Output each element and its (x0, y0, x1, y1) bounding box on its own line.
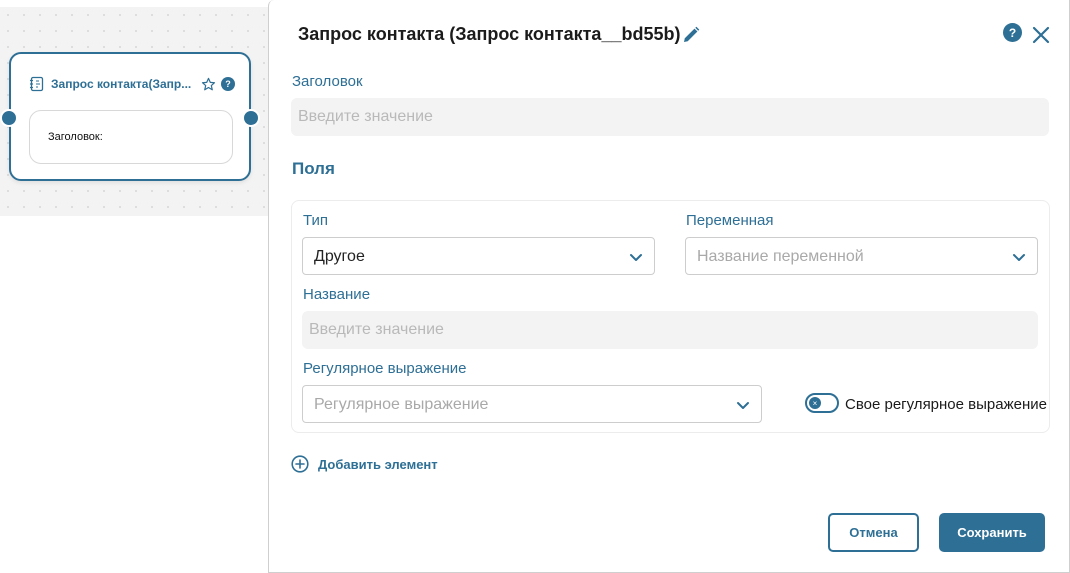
type-label: Тип (303, 212, 329, 229)
node-title: Запрос контакта(Запр... (51, 77, 192, 91)
node-body-text: Заголовок: (48, 131, 103, 143)
fields-section-title: Поля (292, 159, 335, 178)
name-input[interactable]: Введите значение (302, 311, 1038, 349)
custom-regex-label: Свое регулярное выражение (845, 396, 1047, 413)
field-item-card: Тип Другое Переменная Название переменно… (291, 200, 1050, 433)
type-select[interactable]: Другое (302, 237, 655, 275)
flow-node-contact-request[interactable]: Запрос контакта(Запр... ? Заголовок: (0, 52, 260, 181)
star-icon[interactable] (201, 76, 217, 92)
add-element-button[interactable]: Добавить элемент (291, 455, 438, 473)
regex-select[interactable]: Регулярное выражение (302, 385, 762, 423)
add-element-label: Добавить элемент (318, 456, 438, 472)
name-label: Название (303, 286, 371, 303)
node-input-port[interactable] (0, 109, 18, 127)
variable-select[interactable]: Название переменной (685, 237, 1038, 275)
regex-label: Регулярное выражение (303, 360, 467, 377)
variable-label: Переменная (686, 212, 774, 229)
node-body: Заголовок: (29, 110, 233, 164)
node-help-icon[interactable]: ? (221, 77, 235, 91)
header-input[interactable]: Введите значение (291, 98, 1049, 136)
node-header: Запрос контакта(Запр... ? (29, 74, 235, 94)
close-icon[interactable] (1031, 25, 1051, 45)
pencil-edit-icon[interactable] (681, 25, 701, 45)
cancel-button[interactable]: Отмена (828, 513, 919, 552)
chevron-down-icon (735, 397, 751, 413)
save-button[interactable]: Сохранить (939, 513, 1045, 552)
node-output-port[interactable] (242, 109, 260, 127)
plus-circle-icon (291, 455, 309, 473)
help-icon[interactable]: ? (1003, 23, 1022, 42)
toggle-off-x-icon: × (809, 397, 821, 409)
variable-select-placeholder: Название переменной (697, 248, 864, 265)
header-label: Заголовок (292, 73, 363, 90)
contact-book-icon (29, 76, 45, 92)
type-select-value: Другое (314, 248, 365, 265)
chevron-down-icon (1011, 249, 1027, 265)
node-settings-dialog: Запрос контакта (Запрос контакта__bd55b)… (268, 0, 1070, 573)
regex-select-placeholder: Регулярное выражение (314, 396, 489, 413)
flow-canvas[interactable]: Запрос контакта(Запр... ? Заголовок: (0, 7, 268, 216)
dialog-title: Запрос контакта (Запрос контакта__bd55b) (298, 24, 681, 44)
chevron-down-icon (628, 249, 644, 265)
custom-regex-toggle[interactable]: × (805, 393, 839, 413)
